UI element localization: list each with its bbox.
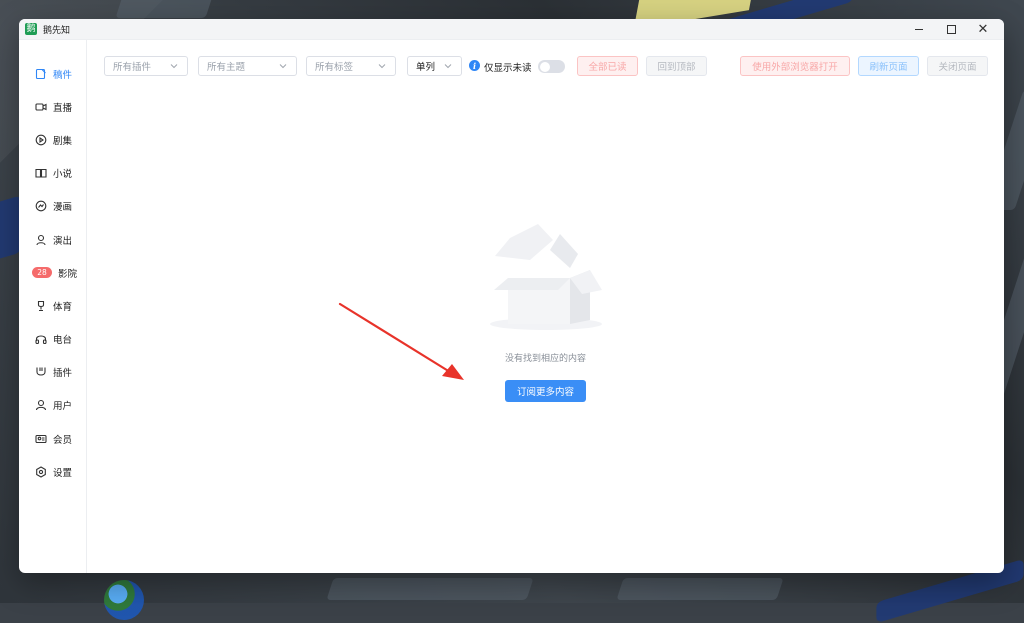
sidebar-item-sports[interactable]: 体育 — [19, 289, 86, 322]
sidebar: 稿件 直播 剧集 小说 漫画 演出 28 影院 体育 电台 插件 用户 会员 设… — [19, 40, 87, 573]
performer-icon — [35, 234, 47, 246]
book-icon — [35, 167, 47, 179]
sidebar-item-label: 剧集 — [53, 135, 73, 147]
empty-state: 没有找到相应的内容 订阅更多内容 — [489, 220, 602, 402]
tag-filter-select[interactable]: 所有标签 — [306, 56, 396, 76]
sidebar-item-series[interactable]: 剧集 — [19, 123, 86, 156]
membership-card-icon — [35, 433, 47, 445]
cinema-count-badge: 28 — [32, 267, 52, 279]
sidebar-item-label: 体育 — [53, 301, 73, 313]
plugin-icon — [35, 366, 47, 378]
chevron-down-icon — [279, 64, 287, 69]
plugin-filter-select[interactable]: 所有插件 — [104, 56, 188, 76]
sidebar-item-radio[interactable]: 电台 — [19, 323, 86, 356]
user-icon — [35, 399, 47, 411]
wallpaper-shape — [0, 195, 22, 265]
window-controls: ✕ — [910, 20, 998, 38]
sidebar-item-label: 影院 — [58, 268, 78, 280]
sidebar-item-comics[interactable]: 漫画 — [19, 190, 86, 223]
chevron-down-icon — [444, 64, 452, 69]
info-icon[interactable]: i — [469, 60, 480, 71]
close-page-button[interactable]: 关闭页面 — [927, 56, 988, 76]
sidebar-item-articles[interactable]: 稿件 — [19, 57, 86, 90]
sidebar-item-label: 会员 — [53, 434, 73, 446]
window-title: 鹅先知 — [43, 25, 71, 36]
sidebar-item-shows[interactable]: 演出 — [19, 223, 86, 256]
toolbar: 所有插件 所有主题 所有标签 单列 i 仅显示未读 全部已读 回到顶部 使用外部… — [104, 56, 988, 78]
layout-select[interactable]: 单列 — [407, 56, 462, 76]
sidebar-item-cinema[interactable]: 28 影院 — [19, 256, 86, 289]
video-camera-icon — [35, 101, 47, 113]
sidebar-item-label: 插件 — [53, 368, 73, 380]
sidebar-item-label: 直播 — [53, 102, 73, 114]
wallpaper-shape — [115, 0, 215, 18]
wallpaper-shape — [616, 578, 784, 600]
minimize-button[interactable] — [910, 20, 928, 38]
wallpaper-shape — [326, 578, 534, 600]
sidebar-item-plugins[interactable]: 插件 — [19, 356, 86, 389]
document-icon — [35, 68, 47, 80]
headphones-icon — [35, 333, 47, 345]
comic-icon — [35, 200, 47, 212]
app-logo-icon: 鹅 — [25, 23, 37, 35]
sidebar-item-settings[interactable]: 设置 — [19, 455, 86, 488]
sidebar-item-label: 漫画 — [53, 202, 73, 214]
sidebar-item-membership[interactable]: 会员 — [19, 422, 86, 455]
sidebar-item-users[interactable]: 用户 — [19, 389, 86, 422]
sidebar-item-live[interactable]: 直播 — [19, 90, 86, 123]
gear-icon — [35, 466, 47, 478]
sidebar-item-label: 小说 — [53, 169, 73, 181]
trophy-icon — [35, 300, 47, 312]
unread-only-label: 仅显示未读 — [484, 63, 532, 74]
globe-icon — [104, 580, 144, 620]
refresh-page-button[interactable]: 刷新页面 — [858, 56, 919, 76]
app-window: 鹅 鹅先知 ✕ 稿件 直播 剧集 小说 漫画 演出 28 影院 体育 电台 插件… — [19, 19, 1004, 573]
play-circle-icon — [35, 134, 47, 146]
empty-box-illustration — [489, 224, 602, 330]
empty-message: 没有找到相应的内容 — [504, 354, 586, 364]
main-panel: 所有插件 所有主题 所有标签 单列 i 仅显示未读 全部已读 回到顶部 使用外部… — [87, 40, 1004, 573]
select-value: 所有标签 — [315, 62, 354, 73]
open-external-browser-button[interactable]: 使用外部浏览器打开 — [740, 56, 850, 76]
select-value: 所有插件 — [113, 62, 152, 73]
select-value: 所有主题 — [207, 62, 246, 73]
sidebar-item-label: 稿件 — [53, 69, 73, 81]
title-bar: 鹅 鹅先知 ✕ — [19, 19, 1004, 40]
sidebar-item-label: 设置 — [53, 467, 73, 479]
select-value: 单列 — [416, 62, 436, 73]
mark-all-read-button[interactable]: 全部已读 — [577, 56, 638, 76]
subscribe-more-button[interactable]: 订阅更多内容 — [504, 380, 586, 402]
back-to-top-button[interactable]: 回到顶部 — [646, 56, 707, 76]
unread-only-toggle[interactable] — [538, 60, 565, 73]
chevron-down-icon — [378, 64, 386, 69]
chevron-down-icon — [170, 64, 178, 69]
sidebar-item-novels[interactable]: 小说 — [19, 157, 86, 190]
close-window-button[interactable]: ✕ — [974, 20, 992, 38]
maximize-button[interactable] — [942, 20, 960, 38]
sidebar-item-label: 电台 — [53, 335, 73, 347]
sidebar-item-label: 用户 — [53, 401, 73, 413]
sidebar-item-label: 演出 — [53, 235, 73, 247]
theme-filter-select[interactable]: 所有主题 — [198, 56, 297, 76]
